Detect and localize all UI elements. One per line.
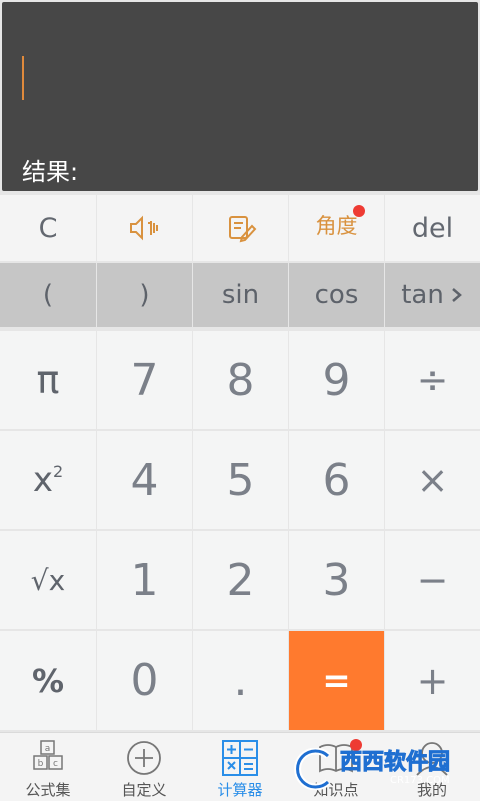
chevron-right-icon[interactable] <box>450 285 464 305</box>
tab-formulas-label: 公式集 <box>25 781 71 799</box>
watermark-subtext: CR173.COM <box>390 775 450 786</box>
svg-text:c: c <box>53 759 58 769</box>
result-label: 结果: <box>22 158 79 186</box>
svg-text:a: a <box>45 744 51 754</box>
digit-8-button[interactable]: 8 <box>193 331 288 429</box>
sqrt-button[interactable]: √x <box>0 531 96 629</box>
text-cursor <box>22 56 24 100</box>
function-row: C 角度 del <box>0 195 480 261</box>
tab-formulas[interactable]: a b c 公式集 <box>0 733 96 801</box>
watermark-text: 西西软件园 <box>339 750 451 775</box>
digit-4-button[interactable]: 4 <box>97 431 192 529</box>
angle-mode-button[interactable]: 角度 <box>289 195 384 261</box>
svg-text:b: b <box>38 759 44 769</box>
edit-note-icon <box>228 216 256 243</box>
decimal-button[interactable]: . <box>193 631 288 730</box>
formula-blocks-icon: a b c <box>33 740 63 770</box>
angle-mode-label: 角度 <box>315 214 358 238</box>
multiply-button[interactable]: × <box>385 431 480 529</box>
sin-button[interactable]: sin <box>193 263 288 327</box>
digit-5-button[interactable]: 5 <box>193 431 288 529</box>
scientific-row: ( ) sin cos tan <box>0 263 480 327</box>
clear-button[interactable]: C <box>0 195 96 261</box>
tan-button[interactable]: tan <box>385 263 480 327</box>
pi-button[interactable]: π <box>0 331 96 429</box>
site-watermark: 西西软件园 CR173.COM <box>292 748 470 790</box>
tab-custom-label: 自定义 <box>121 781 167 799</box>
delete-button[interactable]: del <box>385 195 480 261</box>
percent-button[interactable]: % <box>0 631 96 730</box>
tab-calculator-label: 计算器 <box>217 781 263 799</box>
sound-icon <box>129 215 158 241</box>
plus-circle-icon <box>127 741 161 775</box>
angle-badge <box>353 205 365 217</box>
equals-button[interactable]: = <box>289 631 384 730</box>
square-exponent: 2 <box>52 461 64 481</box>
plus-button[interactable]: + <box>385 631 480 730</box>
close-paren-button[interactable]: ) <box>97 263 192 327</box>
tab-custom[interactable]: 自定义 <box>96 733 192 801</box>
cos-button[interactable]: cos <box>289 263 384 327</box>
digit-1-button[interactable]: 1 <box>97 531 192 629</box>
digit-7-button[interactable]: 7 <box>97 331 192 429</box>
digit-6-button[interactable]: 6 <box>289 431 384 529</box>
digit-0-button[interactable]: 0 <box>97 631 192 730</box>
digit-2-button[interactable]: 2 <box>193 531 288 629</box>
sound-toggle-button[interactable] <box>97 195 192 261</box>
notes-button[interactable] <box>193 195 288 261</box>
watermark-logo-icon <box>294 748 331 790</box>
expression-display[interactable]: 结果: <box>2 2 478 191</box>
minus-button[interactable]: − <box>385 531 480 629</box>
digit-3-button[interactable]: 3 <box>289 531 384 629</box>
digit-9-button[interactable]: 9 <box>289 331 384 429</box>
keypad: π 7 8 9 ÷ x2 4 5 6 × √x 1 2 3 − % 0 . = … <box>0 331 480 730</box>
square-button[interactable]: x2 <box>0 431 96 529</box>
tan-label: tan <box>401 280 444 310</box>
open-paren-button[interactable]: ( <box>0 263 96 327</box>
divide-button[interactable]: ÷ <box>385 331 480 429</box>
square-base: x <box>32 460 53 500</box>
tab-calculator[interactable]: 计算器 <box>192 733 288 801</box>
calculator-icon <box>222 740 258 776</box>
